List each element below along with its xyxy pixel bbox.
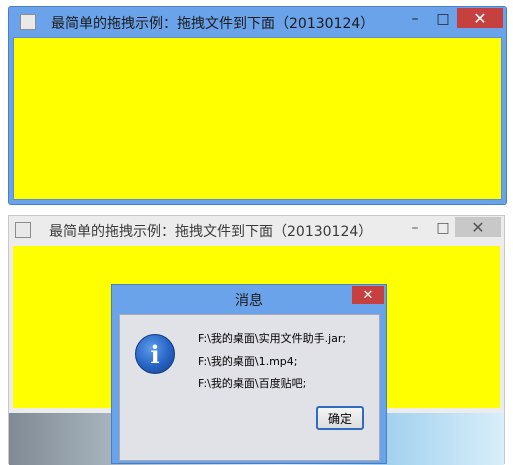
window-1-title: 最简单的拖拽示例：拖拽文件到下面（20130124） (51, 16, 375, 32)
minimize-button[interactable]: – (401, 9, 429, 29)
ok-button[interactable]: 确定 (316, 406, 364, 430)
dialog-close-button[interactable]: ✕ (352, 286, 384, 304)
close-button[interactable]: ✕ (455, 217, 501, 237)
dialog-body: i F:\我的桌面\实用文件助手.jar; F:\我的桌面\1.mp4; F:\… (119, 314, 380, 461)
message-line: F:\我的桌面\百度贴吧; (198, 377, 307, 390)
window-1: 最简单的拖拽示例：拖拽文件到下面（20130124） – □ ✕ (8, 6, 507, 205)
close-icon: ✕ (473, 8, 487, 28)
maximize-button[interactable]: □ (429, 218, 457, 238)
maximize-icon: □ (436, 11, 450, 27)
close-icon: ✕ (362, 287, 374, 303)
info-icon: i (135, 334, 175, 374)
minimize-icon: – (411, 11, 419, 27)
ok-button-label: 确定 (327, 411, 352, 426)
maximize-button[interactable]: □ (429, 9, 457, 29)
close-icon: ✕ (471, 217, 485, 237)
message-dialog: 消息 ✕ i F:\我的桌面\实用文件助手.jar; F:\我的桌面\1.mp4… (111, 284, 387, 464)
java-app-icon[interactable] (20, 14, 36, 30)
minimize-button[interactable]: – (401, 218, 429, 238)
message-line: F:\我的桌面\1.mp4; (198, 355, 298, 368)
window-2-title: 最简单的拖拽示例：拖拽文件到下面（20130124） (49, 224, 373, 240)
minimize-icon: – (411, 220, 419, 236)
maximize-icon: □ (436, 220, 450, 236)
close-button[interactable]: ✕ (457, 8, 503, 28)
message-line: F:\我的桌面\实用文件助手.jar; (198, 332, 347, 345)
dialog-title: 消息 (235, 293, 263, 309)
java-app-icon[interactable] (15, 222, 31, 238)
drop-target-area[interactable] (13, 37, 502, 200)
